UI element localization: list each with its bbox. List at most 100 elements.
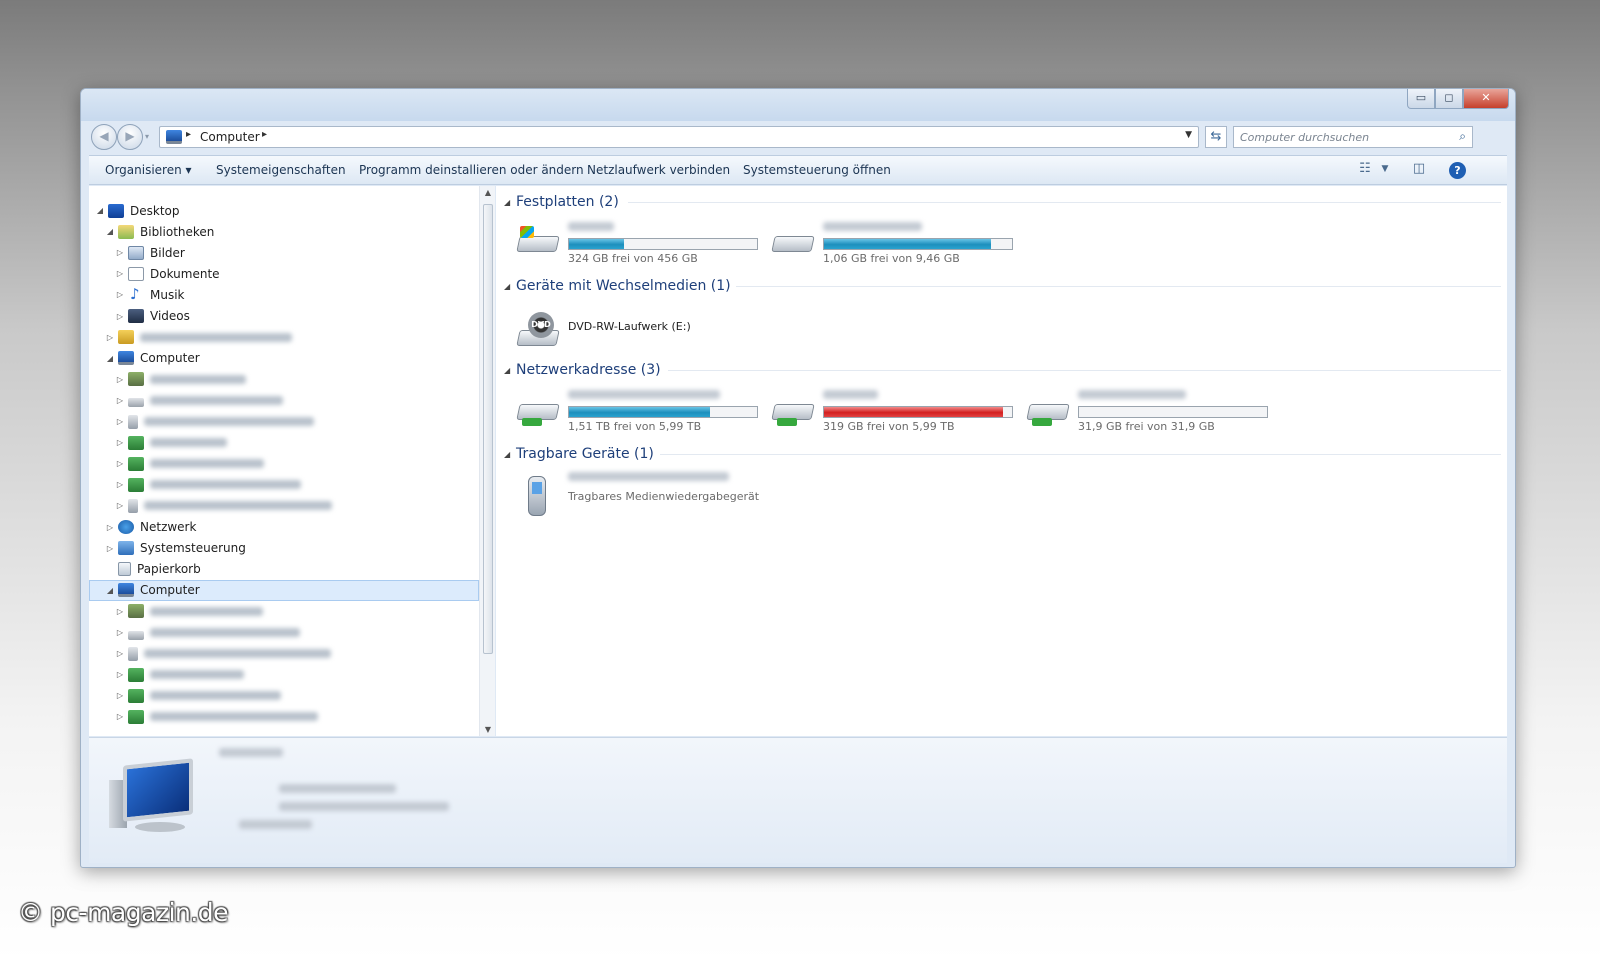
tree-item[interactable]: Papierkorb [105,559,201,580]
network-drive-name [568,390,720,399]
group-header-removable[interactable]: ◢ Geräte mit Wechselmedien (1) [504,276,731,296]
tree-item[interactable]: ▷ [115,453,264,474]
organize-button[interactable]: Organisieren ▾ [105,163,192,177]
network-drive-item[interactable]: 31,9 GB frei von 31,9 GB [1026,390,1276,434]
tree-item[interactable]: ▷ [115,622,300,643]
back-button[interactable]: ◀ [91,124,117,150]
tree-item[interactable]: ▷ [115,706,318,727]
collapsed-triangle-icon[interactable]: ▷ [115,459,125,468]
dvd-drive-item[interactable]: DVD DVD-RW-Laufwerk (E:) [516,308,766,352]
collapsed-triangle-icon[interactable]: ▷ [115,248,125,257]
forward-arrow-icon: ▶ [125,129,135,143]
view-options-dropdown-icon[interactable]: ▼ [1375,164,1395,184]
collapsed-triangle-icon[interactable]: ▷ [115,396,125,405]
close-icon: ✕ [1481,91,1491,104]
refresh-button[interactable]: ⇆ [1205,126,1227,148]
details-row [279,784,396,793]
breadcrumb-separator-icon[interactable]: ▸ [262,129,267,140]
collapsed-triangle-icon[interactable]: ▷ [115,290,125,299]
collapsed-triangle-icon[interactable]: ▷ [115,628,125,637]
preview-pane-icon[interactable]: ◫ [1409,161,1429,181]
collapsed-triangle-icon[interactable]: ▷ [115,607,125,616]
close-button[interactable]: ✕ [1463,89,1509,109]
tree-item[interactable]: ▷ [115,474,301,495]
collapsed-triangle-icon[interactable]: ▷ [105,333,115,342]
search-box[interactable]: ⌕ [1233,126,1473,148]
search-icon[interactable]: ⌕ [1459,129,1466,144]
uninstall-program-button[interactable]: Programm deinstallieren oder ändern [359,163,584,177]
recent-pages-dropdown[interactable]: ▾ [145,132,149,141]
forward-button[interactable]: ▶ [117,124,143,150]
open-control-panel-button[interactable]: Systemsteuerung öffnen [743,163,891,177]
expanded-triangle-icon[interactable]: ◢ [105,227,115,236]
collapse-triangle-icon[interactable]: ◢ [504,450,516,459]
system-properties-button[interactable]: Systemeigenschaften [216,163,346,177]
portable-device-item[interactable]: Tragbares Medienwiedergabegerät [516,472,776,516]
portable-device-name [568,472,729,481]
collapsed-triangle-icon[interactable]: ▷ [115,438,125,447]
tree-item[interactable]: ▷ [115,495,332,516]
tree-item[interactable]: ▷ Netzwerk [105,517,196,538]
user-drive-icon [128,372,144,387]
group-header-network[interactable]: ◢ Netzwerkadresse (3) [504,360,661,380]
address-history-dropdown-icon[interactable]: ▼ [1185,130,1192,140]
expanded-triangle-icon[interactable]: ◢ [105,354,115,363]
tree-item[interactable]: ▷ [105,327,292,348]
collapsed-triangle-icon[interactable]: ▷ [115,269,125,278]
drive-usage-fill [569,239,624,249]
expanded-triangle-icon[interactable]: ◢ [95,206,105,215]
collapsed-triangle-icon[interactable]: ▷ [115,670,125,679]
tree-item[interactable]: ▷ [115,411,314,432]
collapse-triangle-icon[interactable]: ◢ [504,198,516,207]
network-drive-item[interactable]: 1,51 TB frei von 5,99 TB [516,390,766,434]
map-network-drive-button[interactable]: Netzlaufwerk verbinden [587,163,730,177]
collapsed-triangle-icon[interactable]: ▷ [115,417,125,426]
title-bar[interactable]: ▭ ◻ ✕ [81,89,1515,121]
tree-item[interactable]: ◢ Bibliotheken [105,221,214,242]
collapsed-triangle-icon[interactable]: ▷ [115,312,125,321]
collapse-triangle-icon[interactable]: ◢ [504,366,516,375]
collapsed-triangle-icon[interactable]: ▷ [105,544,115,553]
collapse-triangle-icon[interactable]: ◢ [504,282,516,291]
help-icon[interactable]: ? [1449,162,1466,179]
tree-item[interactable]: ▷ Dokumente [115,263,220,284]
scroll-thumb[interactable] [483,204,493,654]
tree-item[interactable]: ▷ [115,432,227,453]
tree-item[interactable]: ▷ Musik [115,284,185,305]
tree-item[interactable]: ▷ [115,390,283,411]
scroll-up-icon[interactable]: ▲ [480,188,496,197]
address-bar[interactable]: ▸ Computer ▸ ▼ [159,126,1199,148]
tree-item[interactable]: ◢ Computer [89,579,479,601]
tree-item[interactable]: ▷ Bilder [115,242,185,263]
collapsed-triangle-icon[interactable]: ▷ [115,501,125,510]
drive-item[interactable]: 324 GB frei von 456 GB [516,222,766,266]
tree-item[interactable]: ▷ [115,643,331,664]
collapsed-triangle-icon[interactable]: ▷ [115,480,125,489]
collapsed-triangle-icon[interactable]: ▷ [115,649,125,658]
tree-item[interactable]: ▷ Systemsteuerung [105,538,246,559]
tree-item[interactable]: ◢ Computer [105,348,200,369]
network-drive-item[interactable]: 319 GB frei von 5,99 TB [771,390,1021,434]
maximize-button[interactable]: ◻ [1435,89,1463,109]
tree-item[interactable]: ▷ Videos [115,306,190,327]
scroll-down-icon[interactable]: ▼ [480,725,496,734]
breadcrumb-separator-icon[interactable]: ▸ [186,129,191,140]
nav-pane-scrollbar[interactable]: ▲ ▼ [479,186,495,736]
minimize-button[interactable]: ▭ [1407,89,1435,109]
group-header-portable[interactable]: ◢ Tragbare Geräte (1) [504,444,654,464]
breadcrumb-computer[interactable]: Computer [200,130,260,144]
group-header-hard-disks[interactable]: ◢ Festplatten (2) [504,192,619,212]
tree-item[interactable]: ▷ [115,369,246,390]
view-options-icon[interactable]: ☷ [1355,161,1375,181]
collapsed-triangle-icon[interactable]: ▷ [105,523,115,532]
collapsed-triangle-icon[interactable]: ▷ [115,691,125,700]
search-input[interactable] [1240,129,1440,145]
tree-item[interactable]: ◢ Desktop [95,200,180,221]
tree-item[interactable]: ▷ [115,601,263,622]
expanded-triangle-icon[interactable]: ◢ [105,586,115,595]
collapsed-triangle-icon[interactable]: ▷ [115,375,125,384]
drive-item[interactable]: 1,06 GB frei von 9,46 GB [771,222,1021,266]
collapsed-triangle-icon[interactable]: ▷ [115,712,125,721]
tree-item[interactable]: ▷ [115,685,281,706]
tree-item[interactable]: ▷ [115,664,244,685]
